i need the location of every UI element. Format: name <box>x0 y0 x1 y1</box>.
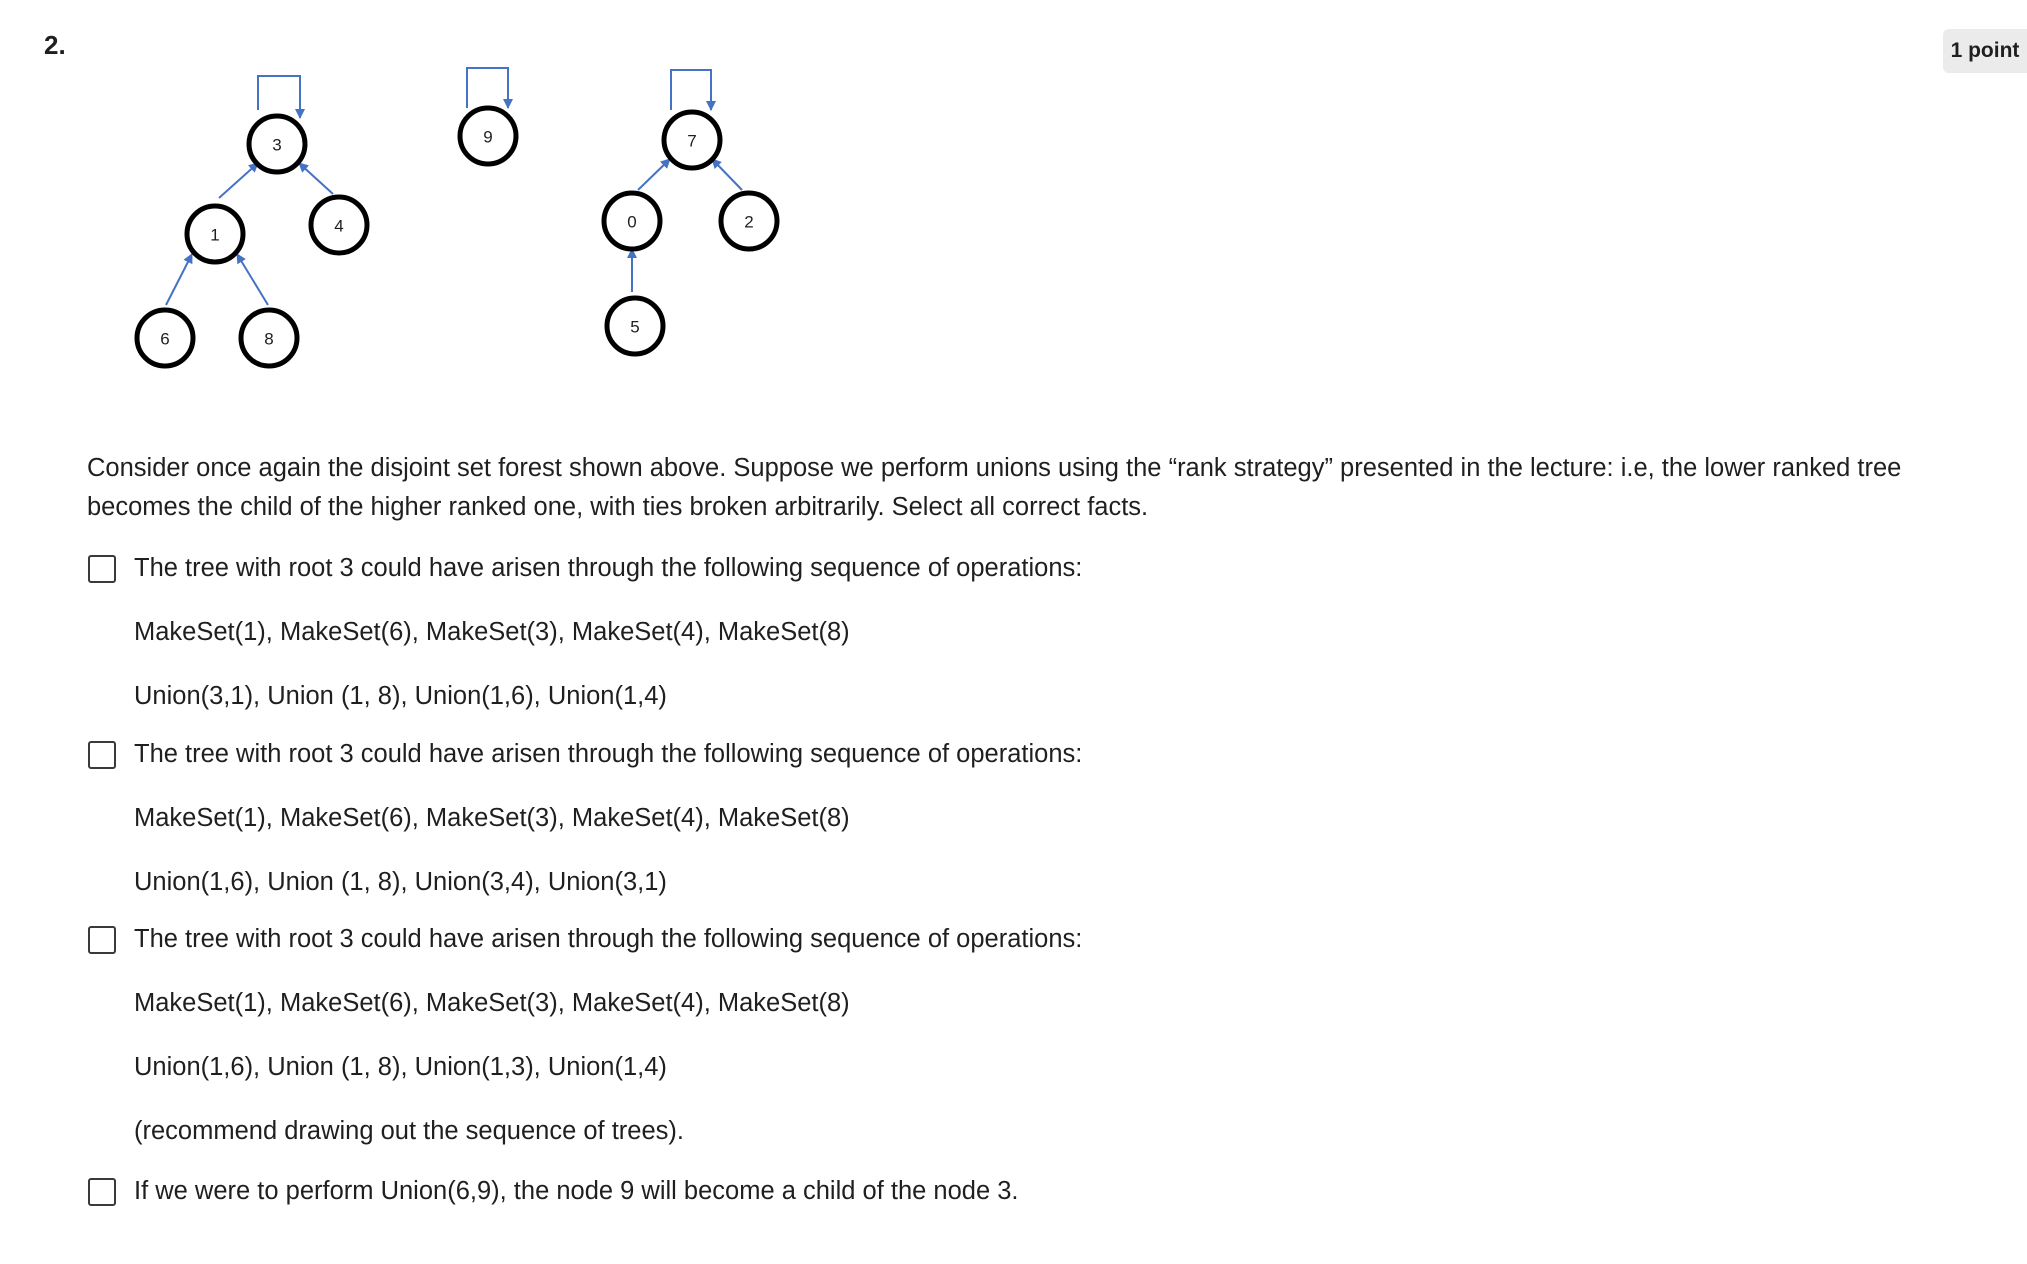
points-badge: 1 point <box>1943 29 2027 73</box>
node-label-3: 3 <box>272 136 281 155</box>
node-label-9: 9 <box>483 128 492 147</box>
option-4-statement: If we were to perform Union(6,9), the no… <box>134 1177 1019 1205</box>
node-label-4: 4 <box>334 217 343 236</box>
edge-2-to-7 <box>711 158 743 191</box>
edge-6-to-1 <box>165 253 193 306</box>
node-label-2: 2 <box>744 213 753 232</box>
edge-0-to-7 <box>637 158 671 191</box>
self-loop-9 <box>466 67 513 109</box>
edge-8-to-1 <box>236 253 269 306</box>
self-loop-7 <box>670 69 716 111</box>
node-label-6: 6 <box>160 330 169 349</box>
option-2-statement: The tree with root 3 could have arisen t… <box>134 740 1083 768</box>
disjoint-set-forest-figure: 3 1 4 6 8 9 7 0 2 5 <box>134 67 780 369</box>
option-2-makeset-sequence: MakeSet(1), MakeSet(6), MakeSet(3), Make… <box>134 804 850 832</box>
self-loop-3 <box>257 75 305 119</box>
question-prompt: Consider once again the disjoint set for… <box>87 454 1902 521</box>
option-1-makeset-sequence: MakeSet(1), MakeSet(6), MakeSet(3), Make… <box>134 618 850 646</box>
node-label-7: 7 <box>687 132 696 151</box>
node-label-1: 1 <box>210 226 219 245</box>
edge-1-to-3 <box>218 162 259 199</box>
option-1-statement: The tree with root 3 could have arisen t… <box>134 554 1083 582</box>
option-1-checkbox[interactable] <box>88 555 116 583</box>
node-label-5: 5 <box>630 318 639 337</box>
option-3-statement: The tree with root 3 could have arisen t… <box>134 925 1083 953</box>
option-3-hint: (recommend drawing out the sequence of t… <box>134 1117 684 1145</box>
option-3-makeset-sequence: MakeSet(1), MakeSet(6), MakeSet(3), Make… <box>134 989 850 1017</box>
option-1-union-sequence: Union(3,1), Union (1, 8), Union(1,6), Un… <box>134 682 667 710</box>
option-3-checkbox[interactable] <box>88 926 116 954</box>
option-2-checkbox[interactable] <box>88 741 116 769</box>
node-label-0: 0 <box>627 213 636 232</box>
option-2-union-sequence: Union(1,6), Union (1, 8), Union(3,4), Un… <box>134 868 667 896</box>
option-3-union-sequence: Union(1,6), Union (1, 8), Union(1,3), Un… <box>134 1053 667 1081</box>
option-4-checkbox[interactable] <box>88 1178 116 1206</box>
edge-4-to-3 <box>298 162 334 195</box>
node-label-8: 8 <box>264 330 273 349</box>
